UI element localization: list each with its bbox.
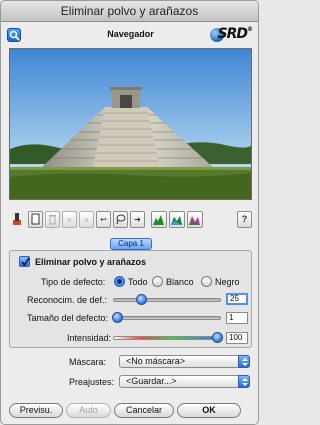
intensity-slider-thumb[interactable] bbox=[212, 332, 223, 343]
defect-type-all-radio[interactable] bbox=[114, 276, 125, 287]
brush-icon[interactable] bbox=[9, 211, 24, 228]
recognition-label: Reconocim. de def.: bbox=[27, 295, 108, 305]
rewind-icon[interactable]: « bbox=[62, 211, 77, 228]
srd-logo: SRD® bbox=[208, 26, 253, 44]
filter-settings-panel: Eliminar polvo y arañazos Tipo de defect… bbox=[9, 250, 252, 348]
preview-button[interactable]: Previsu. bbox=[9, 403, 63, 418]
defect-size-slider-thumb[interactable] bbox=[112, 312, 123, 323]
enable-filter-checkbox[interactable] bbox=[19, 256, 30, 267]
histogram-icon[interactable] bbox=[151, 211, 167, 228]
intensity-slider[interactable] bbox=[113, 336, 221, 340]
ok-button[interactable]: OK bbox=[177, 403, 241, 418]
defect-type-white-label: Blanco bbox=[166, 277, 194, 287]
cancel-button[interactable]: Cancelar bbox=[114, 403, 174, 418]
updown-arrows-icon bbox=[238, 375, 250, 388]
enable-filter-label: Eliminar polvo y arañazos bbox=[35, 257, 147, 267]
image-preview[interactable] bbox=[9, 48, 252, 200]
histogram-green-icon[interactable] bbox=[169, 211, 185, 228]
presets-label: Preajustes: bbox=[69, 377, 115, 387]
defect-size-value-field[interactable]: 1 bbox=[226, 312, 248, 324]
defect-type-white-radio[interactable] bbox=[152, 276, 163, 287]
tool-bar: « » ↩ ➜ ? bbox=[9, 211, 252, 229]
mask-select[interactable]: <No máscara> bbox=[119, 355, 250, 368]
navigator-bar: Navegador SRD® bbox=[7, 26, 254, 44]
mask-select-value: <No máscara> bbox=[126, 356, 186, 366]
histogram-magenta-icon[interactable] bbox=[187, 211, 203, 228]
updown-arrows-icon bbox=[238, 355, 250, 368]
trash-icon[interactable] bbox=[45, 211, 60, 228]
defect-type-label: Tipo de defecto: bbox=[41, 277, 106, 287]
logo-text: SRD bbox=[217, 26, 249, 42]
lasso-icon[interactable] bbox=[113, 211, 128, 228]
auto-button[interactable]: Auto bbox=[66, 403, 111, 418]
defect-size-slider[interactable] bbox=[113, 316, 221, 320]
defect-size-label: Tamaño del defecto: bbox=[27, 313, 109, 323]
plugin-window: Eliminar polvo y arañazos Navegador SRD® bbox=[0, 0, 259, 425]
intensity-label: Intensidad: bbox=[67, 333, 112, 343]
intensity-value-field[interactable]: 100 bbox=[226, 332, 248, 344]
logo-mark: ® bbox=[247, 26, 253, 33]
preview-image bbox=[10, 49, 251, 199]
undo-icon[interactable]: ↩ bbox=[96, 211, 111, 228]
arrow-right-icon[interactable]: ➜ bbox=[130, 211, 145, 228]
window-title: Eliminar polvo y arañazos bbox=[1, 1, 258, 22]
defect-type-black-radio[interactable] bbox=[201, 276, 212, 287]
presets-select[interactable]: <Guardar...> bbox=[119, 375, 250, 388]
defect-type-black-label: Negro bbox=[215, 277, 240, 287]
new-document-icon[interactable] bbox=[28, 211, 43, 228]
tab-layer-1[interactable]: Capa 1 bbox=[110, 238, 152, 250]
mask-label: Máscara: bbox=[69, 357, 107, 367]
recognition-slider-thumb[interactable] bbox=[136, 294, 148, 305]
presets-select-value: <Guardar...> bbox=[126, 376, 177, 386]
recognition-value-field[interactable]: 25 bbox=[226, 293, 248, 305]
fast-forward-icon[interactable]: » bbox=[79, 211, 94, 228]
help-icon[interactable]: ? bbox=[237, 211, 252, 228]
recognition-slider[interactable] bbox=[113, 298, 221, 302]
defect-type-all-label: Todo bbox=[128, 277, 148, 287]
